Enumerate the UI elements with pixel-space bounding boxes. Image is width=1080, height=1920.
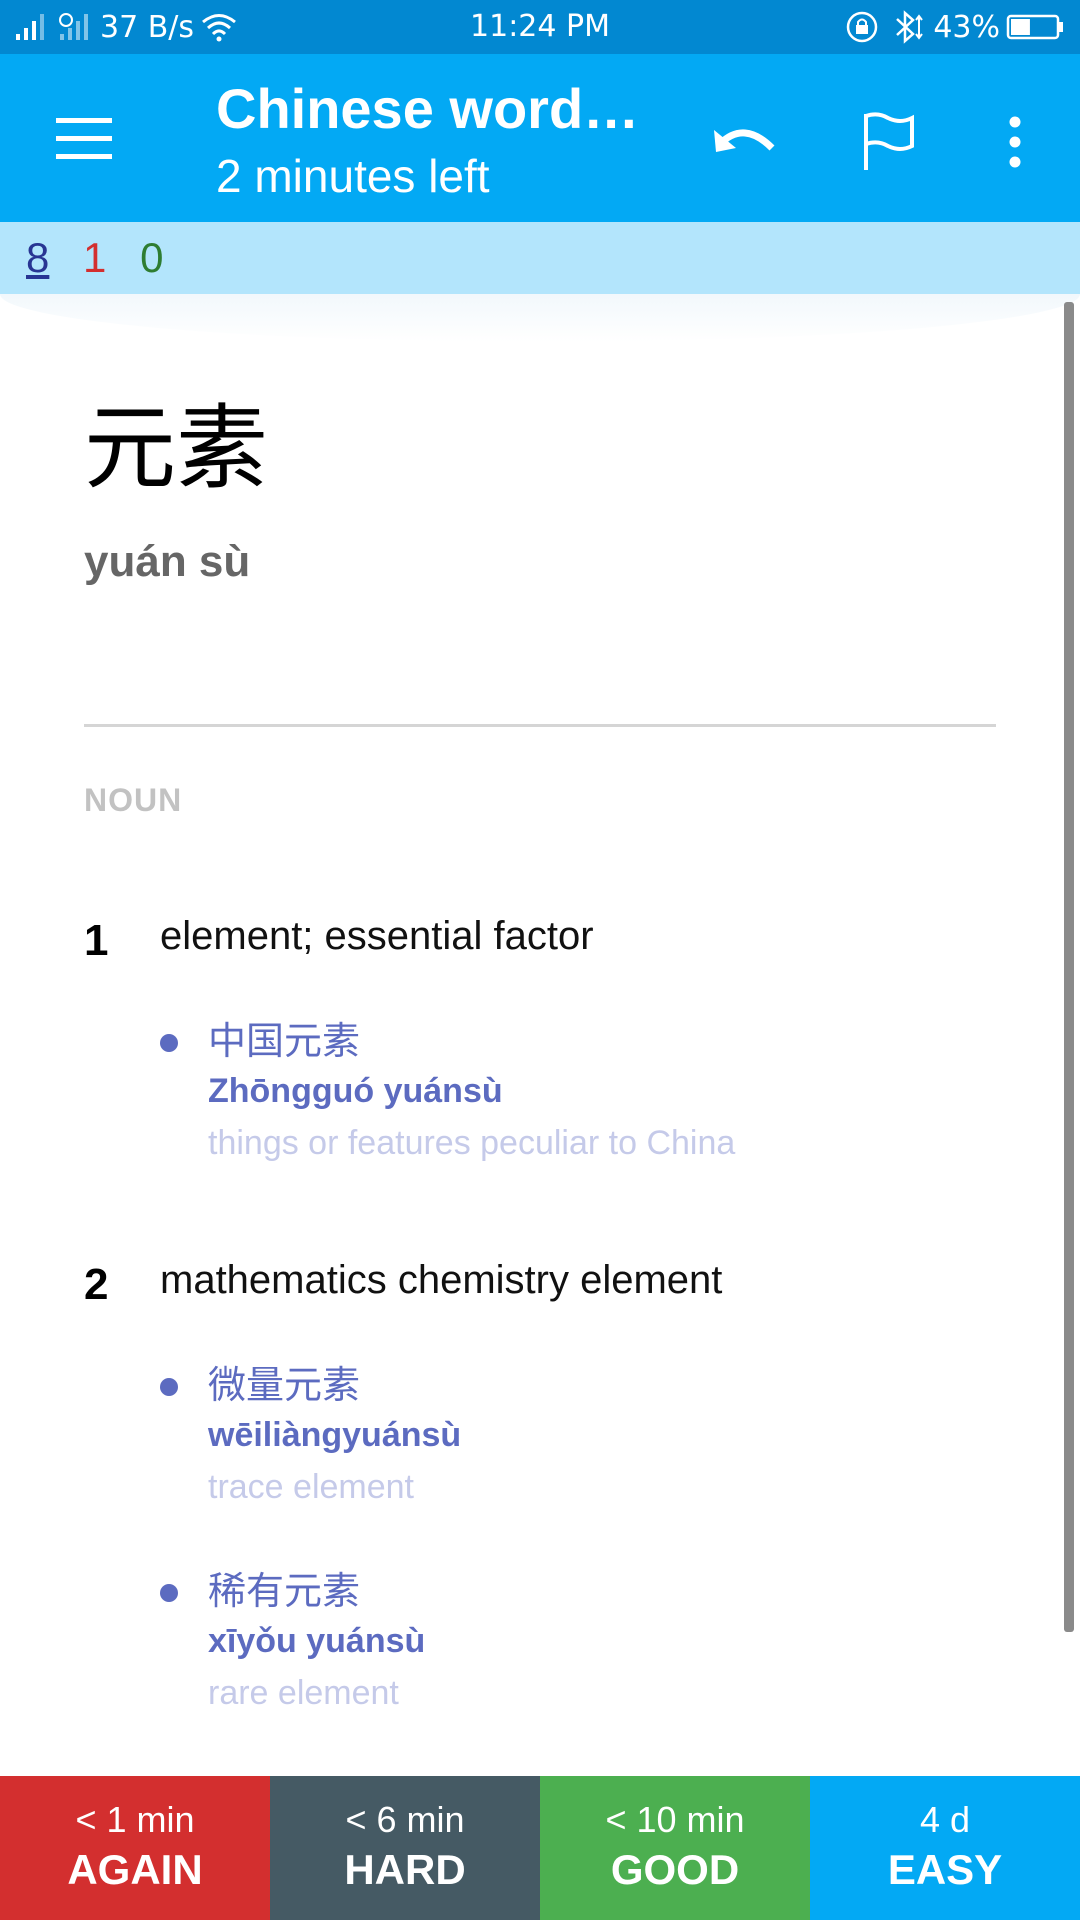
more-options-button[interactable] [975, 104, 1055, 184]
bullet-icon [160, 1378, 178, 1396]
undo-icon [710, 112, 780, 177]
hard-interval: < 6 min [345, 1799, 465, 1840]
sense-number: 2 [84, 1260, 109, 1309]
good-label: GOOD [610, 1846, 740, 1893]
again-button[interactable]: < 1 min AGAIN [0, 1776, 270, 1920]
example-hanzi: 中国元素 [208, 1019, 361, 1063]
example-pinyin: Zhōngguó yuánsù [208, 1072, 503, 1110]
bullet-icon [160, 1034, 178, 1052]
bluetooth-icon [891, 10, 927, 44]
example-pinyin: wēiliàngyuánsù [208, 1416, 462, 1454]
sense-definition: element; essential factor [160, 914, 594, 958]
good-interval: < 10 min [605, 1799, 745, 1840]
learning-count: 1 [83, 234, 107, 281]
easy-button[interactable]: 4 d EASY [810, 1776, 1080, 1920]
toolbar: Chinese word… 2 minutes left [0, 54, 1080, 222]
lock-rotation-icon [845, 10, 881, 44]
menu-icon [40, 118, 130, 178]
divider [84, 724, 996, 727]
answer-buttons: < 1 min AGAIN < 6 min HARD < 10 min GOOD… [0, 1776, 1080, 1920]
review-count: 0 [140, 234, 164, 281]
card-top-shadow [0, 294, 1080, 342]
again-label: AGAIN [67, 1846, 203, 1893]
example-hanzi: 微量元素 [208, 1363, 361, 1407]
time-left: 2 minutes left [216, 150, 490, 202]
easy-interval: 4 d [919, 1799, 971, 1840]
example-gloss: trace element [208, 1468, 414, 1506]
bullet-icon [160, 1584, 178, 1602]
example-gloss: rare element [208, 1674, 399, 1712]
example-hanzi: 稀有元素 [208, 1569, 361, 1613]
flag-button[interactable] [848, 104, 928, 184]
menu-button[interactable] [40, 104, 130, 174]
easy-label: EASY [887, 1846, 1003, 1893]
scrollbar[interactable] [1064, 302, 1074, 1632]
hard-label: HARD [344, 1846, 466, 1893]
status-bar: 37 B/s 11:24 PM 43% [0, 0, 1080, 54]
flag-icon [858, 110, 918, 179]
good-button[interactable]: < 10 min GOOD [540, 1776, 810, 1920]
status-right: 43% [845, 8, 1066, 46]
example-gloss: things or features peculiar to China [208, 1124, 736, 1162]
example-pinyin: xīyǒu yuánsù [208, 1622, 426, 1660]
part-of-speech: NOUN [84, 782, 183, 818]
sense-definition: mathematics chemistry element [160, 1258, 723, 1302]
card-counts-bar: 8 1 0 [0, 222, 1080, 294]
hard-button[interactable]: < 6 min HARD [270, 1776, 540, 1920]
more-vert-icon [1000, 112, 1030, 177]
sense-number: 1 [84, 916, 109, 965]
card-content[interactable]: 元素 yuán sù NOUN 1 element; essential fac… [0, 294, 1080, 1776]
title-block: Chinese word… 2 minutes left [216, 76, 656, 206]
battery-icon [1006, 12, 1066, 42]
again-interval: < 1 min [75, 1799, 195, 1840]
card-reading: yuán sù [84, 537, 251, 586]
deck-title: Chinese word… [216, 77, 640, 140]
undo-button[interactable] [705, 104, 785, 184]
card-word: 元素 [84, 395, 269, 502]
new-count: 8 [26, 234, 50, 281]
battery-percent: 43% [933, 9, 1000, 45]
